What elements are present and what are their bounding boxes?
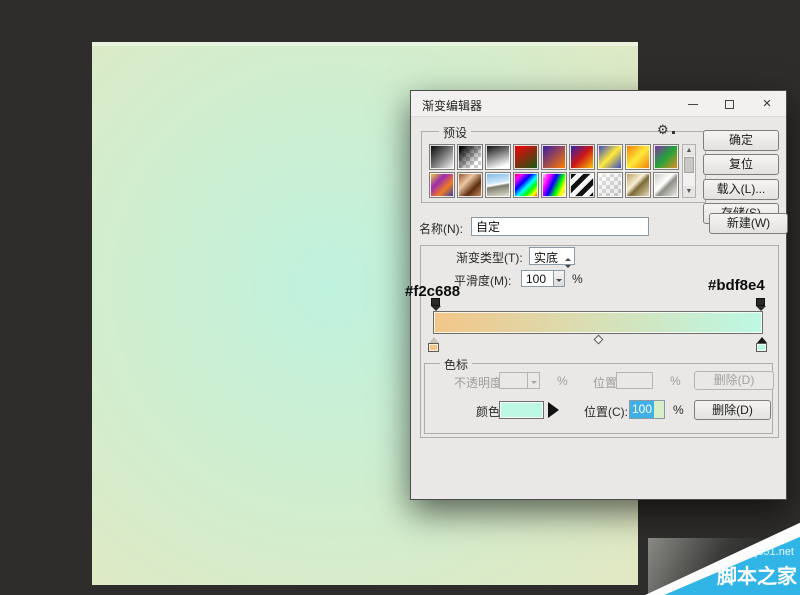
preset-swatch-violet-green-orange[interactable]	[653, 144, 679, 170]
name-input[interactable]	[471, 217, 649, 236]
preset-swatch-yellow-violet-orange-blue[interactable]	[429, 172, 455, 198]
ok-button[interactable]: 确定	[703, 130, 779, 151]
preset-grid	[429, 144, 679, 198]
presets-label: 预设	[439, 124, 471, 141]
opacity-dropdown-icon	[527, 372, 540, 389]
opacity-stop-right-cap	[756, 298, 765, 306]
preset-swatch-transparent-stripes[interactable]	[569, 172, 595, 198]
opacity-percent: %	[557, 374, 568, 388]
scroll-down-icon[interactable]: ▼	[683, 186, 695, 197]
smoothness-dropdown-icon[interactable]	[553, 270, 565, 287]
opacity-input	[499, 372, 528, 389]
minimize-icon	[688, 104, 698, 105]
opacity-label: 不透明度:	[454, 374, 505, 391]
color-stop-left-body	[428, 343, 439, 352]
watermark-site-text: jb51.net	[755, 546, 794, 558]
color-flyout-arrow-icon[interactable]	[548, 402, 559, 418]
preset-swatch-chrome[interactable]	[485, 172, 511, 198]
preset-swatch-blue-yellow-blue[interactable]	[597, 144, 623, 170]
minimize-button[interactable]	[676, 91, 710, 117]
delete-button[interactable]: 删除(D)	[694, 400, 771, 420]
stops-label: 色标	[440, 356, 472, 373]
preset-swatch-black-white[interactable]	[485, 144, 511, 170]
gradient-preview-bar[interactable]	[433, 311, 763, 334]
name-label: 名称(N):	[419, 220, 463, 237]
dialog-titlebar[interactable]: 渐变编辑器 ×	[411, 91, 786, 117]
dialog-title: 渐变编辑器	[422, 97, 482, 114]
watermark-brand-text: 脚本之家	[717, 560, 797, 589]
scroll-up-icon[interactable]: ▲	[683, 145, 695, 156]
gradient-editor-dialog: 渐变编辑器 × 预设 ⚙ ▲ ▼ 确定 复位 载入(L)... 存储(S) 新建…	[410, 90, 787, 500]
color-stop-right[interactable]	[756, 337, 768, 352]
position-percent-disabled: %	[670, 374, 681, 388]
delete-button-disabled: 删除(D)	[694, 371, 774, 390]
preset-swatch-blue-red-yellow[interactable]	[569, 144, 595, 170]
position-label: 位置(C):	[584, 403, 628, 420]
gear-menu-dot-icon	[672, 131, 675, 134]
close-button[interactable]: ×	[750, 91, 784, 117]
scrollbar-thumb[interactable]	[684, 157, 694, 173]
maximize-icon	[725, 100, 734, 109]
watermark: jb51.net 脚本之家	[628, 512, 800, 595]
smoothness-percent: %	[572, 272, 583, 286]
presets-scrollbar[interactable]: ▲ ▼	[682, 144, 696, 198]
spinner-down-icon	[565, 257, 571, 271]
position-percent: %	[673, 403, 684, 417]
preset-swatch-gold[interactable]	[625, 172, 651, 198]
preset-swatch-spectrum[interactable]	[513, 172, 539, 198]
opacity-stop-left[interactable]	[430, 298, 441, 311]
preset-swatch-orange-yellow-orange[interactable]	[625, 144, 651, 170]
position-input-disabled	[616, 372, 653, 389]
preset-swatch-fg-to-transparent[interactable]	[457, 144, 483, 170]
opacity-stop-left-cap	[431, 298, 440, 306]
new-button[interactable]: 新建(W)	[709, 213, 788, 234]
preset-swatch-transparent-rainbow[interactable]	[541, 172, 567, 198]
smoothness-input[interactable]: 100	[521, 270, 554, 287]
preset-swatch-red-green[interactable]	[513, 144, 539, 170]
position-input[interactable]: 100	[629, 400, 665, 419]
smoothness-label: 平滑度(M):	[454, 272, 511, 289]
maximize-button[interactable]	[712, 91, 746, 117]
gradient-type-label: 渐变类型(T):	[456, 249, 523, 266]
opacity-stop-right[interactable]	[755, 298, 766, 311]
right-hex-annotation: #bdf8e4	[708, 277, 765, 294]
position-selected-text: 100	[630, 401, 654, 418]
preset-swatch-copper[interactable]	[457, 172, 483, 198]
gear-icon[interactable]: ⚙	[657, 122, 669, 138]
preset-swatch-violet-orange[interactable]	[541, 144, 567, 170]
preset-swatch-silver[interactable]	[653, 172, 679, 198]
preset-swatch-fg-to-bg[interactable]	[429, 144, 455, 170]
gradient-type-value: 实底	[534, 251, 558, 265]
stop-color-swatch[interactable]	[499, 401, 544, 419]
color-stop-right-body	[756, 343, 767, 352]
load-button[interactable]: 载入(L)...	[703, 179, 779, 200]
reset-button[interactable]: 复位	[703, 154, 779, 175]
gradient-type-select[interactable]: 实底	[529, 247, 575, 265]
preset-swatch-transparent[interactable]	[597, 172, 623, 198]
color-stop-left[interactable]	[428, 337, 440, 352]
photoshop-workspace: { "window": { "title": "渐变编辑器", "close_g…	[0, 0, 800, 595]
